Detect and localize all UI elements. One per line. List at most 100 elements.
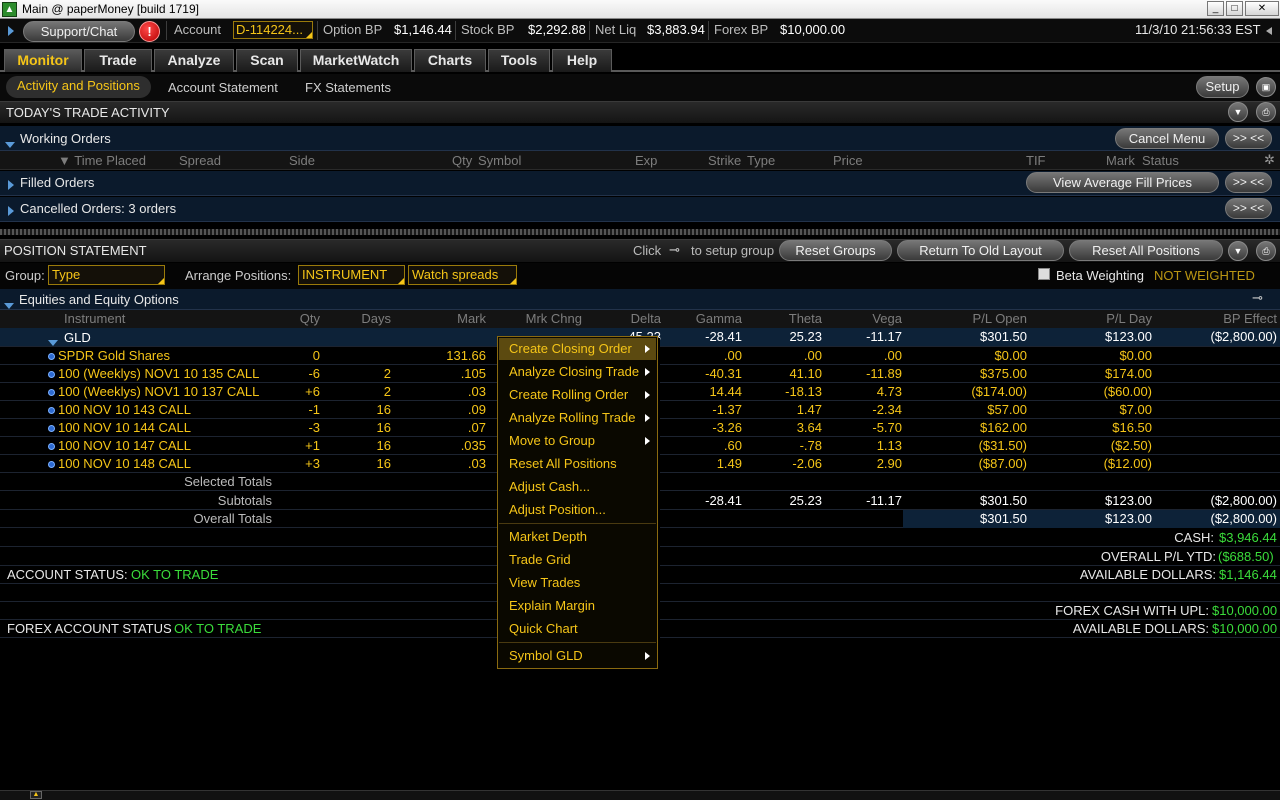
- collapse-section-icon[interactable]: ▼: [1228, 102, 1248, 122]
- expand-equities-icon[interactable]: [4, 303, 14, 309]
- col-side[interactable]: Side: [289, 153, 315, 168]
- menu-trade-grid[interactable]: Trade Grid: [499, 549, 656, 571]
- col-status[interactable]: Status: [1142, 153, 1179, 168]
- subtab-activity-positions[interactable]: Activity and Positions: [6, 76, 151, 98]
- position-pl-open: $162.00: [980, 420, 1027, 435]
- col-exp[interactable]: Exp: [635, 153, 657, 168]
- scroll-left-icon[interactable]: [1266, 27, 1272, 35]
- menu-move-to-group[interactable]: Move to Group: [499, 430, 656, 452]
- col-pl-day[interactable]: P/L Day: [1029, 311, 1152, 326]
- menu-view-trades[interactable]: View Trades: [499, 572, 656, 594]
- col-delta[interactable]: Delta: [584, 311, 661, 326]
- col-gamma[interactable]: Gamma: [662, 311, 742, 326]
- collapse-group-icon[interactable]: [48, 340, 58, 346]
- col-symbol[interactable]: Symbol: [478, 153, 521, 168]
- menu-create-rolling-order[interactable]: Create Rolling Order: [499, 384, 656, 406]
- reset-all-positions-button[interactable]: Reset All Positions: [1069, 240, 1223, 261]
- option-bp-value: $1,146.44: [394, 22, 452, 37]
- position-theta: 1.47: [796, 402, 822, 417]
- col-days[interactable]: Days: [322, 311, 391, 326]
- print-icon[interactable]: ⎙: [1256, 102, 1276, 122]
- settings-gear-icon[interactable]: ✲: [1264, 152, 1275, 168]
- tab-marketwatch[interactable]: MarketWatch: [300, 49, 412, 72]
- collapse-icon[interactable]: [8, 26, 14, 36]
- account-status-value: OK TO TRADE: [131, 567, 219, 582]
- position-mark: .03: [467, 456, 486, 471]
- tab-trade[interactable]: Trade: [84, 49, 152, 72]
- expand-cancelled-icon[interactable]: [8, 206, 14, 216]
- col-spread[interactable]: Spread: [179, 153, 221, 168]
- tab-help[interactable]: Help: [552, 49, 612, 72]
- subtab-fx-statements[interactable]: FX Statements: [305, 80, 391, 95]
- tab-charts[interactable]: Charts: [414, 49, 486, 72]
- position-dot-icon: [48, 389, 55, 396]
- close-icon[interactable]: ✕: [1245, 1, 1279, 16]
- position-gamma: -3.26: [712, 420, 742, 435]
- collapse-positions-icon[interactable]: ▼: [1228, 241, 1248, 261]
- group-instrument: GLD: [64, 330, 91, 345]
- detach-icon[interactable]: ▣: [1256, 77, 1276, 97]
- col-theta[interactable]: Theta: [743, 311, 822, 326]
- expand-working-icon[interactable]: [5, 142, 15, 148]
- tab-monitor[interactable]: Monitor: [4, 49, 82, 72]
- reset-groups-button[interactable]: Reset Groups: [779, 240, 892, 261]
- menu-reset-all-positions[interactable]: Reset All Positions: [499, 453, 656, 475]
- arrange-select[interactable]: INSTRUMENT: [298, 265, 405, 285]
- support-chat-button[interactable]: Support/Chat: [23, 21, 135, 42]
- expand-cancelled-button[interactable]: >> <<: [1225, 198, 1272, 219]
- stock-bp-value: $2,292.88: [528, 22, 586, 37]
- expand-working-button[interactable]: >> <<: [1225, 128, 1272, 149]
- position-vega: 1.13: [876, 438, 902, 453]
- col-vega[interactable]: Vega: [823, 311, 902, 326]
- account-select[interactable]: D-114224...: [233, 21, 313, 39]
- col-mark[interactable]: Mark: [1106, 153, 1135, 168]
- expand-panel-icon[interactable]: ▲: [30, 791, 42, 799]
- splitter-handle[interactable]: [0, 229, 1280, 235]
- col-bp-effect[interactable]: BP Effect: [1154, 311, 1277, 326]
- position-gamma: -40.31: [705, 366, 742, 381]
- menu-analyze-closing-trade[interactable]: Analyze Closing Trade: [499, 361, 656, 383]
- minimize-icon[interactable]: _: [1207, 1, 1224, 16]
- menu-adjust-position[interactable]: Adjust Position...: [499, 499, 656, 521]
- position-qty: -1: [308, 402, 320, 417]
- col-tif[interactable]: TIF: [1026, 153, 1046, 168]
- menu-symbol-gld[interactable]: Symbol GLD: [499, 645, 656, 667]
- menu-market-depth[interactable]: Market Depth: [499, 526, 656, 548]
- return-old-layout-button[interactable]: Return To Old Layout: [897, 240, 1064, 261]
- beta-weighting-checkbox[interactable]: [1038, 268, 1050, 280]
- setup-button[interactable]: Setup: [1196, 76, 1249, 98]
- tab-scan[interactable]: Scan: [236, 49, 298, 72]
- subtotals-bp-effect: ($2,800.00): [1210, 493, 1278, 508]
- cancel-menu-button[interactable]: Cancel Menu: [1115, 128, 1219, 149]
- maximize-icon[interactable]: □: [1226, 1, 1243, 16]
- position-days: 16: [376, 420, 391, 435]
- menu-explain-margin[interactable]: Explain Margin: [499, 595, 656, 617]
- subtab-account-statement[interactable]: Account Statement: [168, 80, 278, 95]
- col-strike[interactable]: Strike: [708, 153, 741, 168]
- group-setup-key-icon[interactable]: ⊸: [1252, 290, 1263, 306]
- alert-icon[interactable]: !: [139, 21, 160, 42]
- tab-tools[interactable]: Tools: [488, 49, 550, 72]
- col-pl-open[interactable]: P/L Open: [903, 311, 1027, 326]
- tab-analyze[interactable]: Analyze: [154, 49, 234, 72]
- watch-spreads-select[interactable]: Watch spreads: [408, 265, 517, 285]
- col-time-placed[interactable]: ▼ Time Placed: [58, 153, 146, 168]
- col-pos-qty[interactable]: Qty: [272, 311, 320, 326]
- equities-section-row: Equities and Equity Options ⊸: [0, 289, 1280, 310]
- print-positions-icon[interactable]: ⎙: [1256, 241, 1276, 261]
- view-average-fill-button[interactable]: View Average Fill Prices: [1026, 172, 1219, 193]
- menu-analyze-rolling-trade[interactable]: Analyze Rolling Trade: [499, 407, 656, 429]
- col-type[interactable]: Type: [747, 153, 775, 168]
- menu-create-closing-order[interactable]: Create Closing Order: [499, 338, 656, 360]
- menu-quick-chart[interactable]: Quick Chart: [499, 618, 656, 640]
- col-pos-mark[interactable]: Mark: [392, 311, 486, 326]
- col-instrument[interactable]: Instrument: [64, 311, 125, 326]
- expand-filled-button[interactable]: >> <<: [1225, 172, 1272, 193]
- window-title: Main @ paperMoney [build 1719]: [22, 2, 199, 16]
- col-mark-change[interactable]: Mrk Chng: [488, 311, 582, 326]
- col-price[interactable]: Price: [833, 153, 863, 168]
- menu-adjust-cash[interactable]: Adjust Cash...: [499, 476, 656, 498]
- col-qty[interactable]: Qty: [452, 153, 472, 168]
- group-select[interactable]: Type: [48, 265, 165, 285]
- expand-filled-icon[interactable]: [8, 180, 14, 190]
